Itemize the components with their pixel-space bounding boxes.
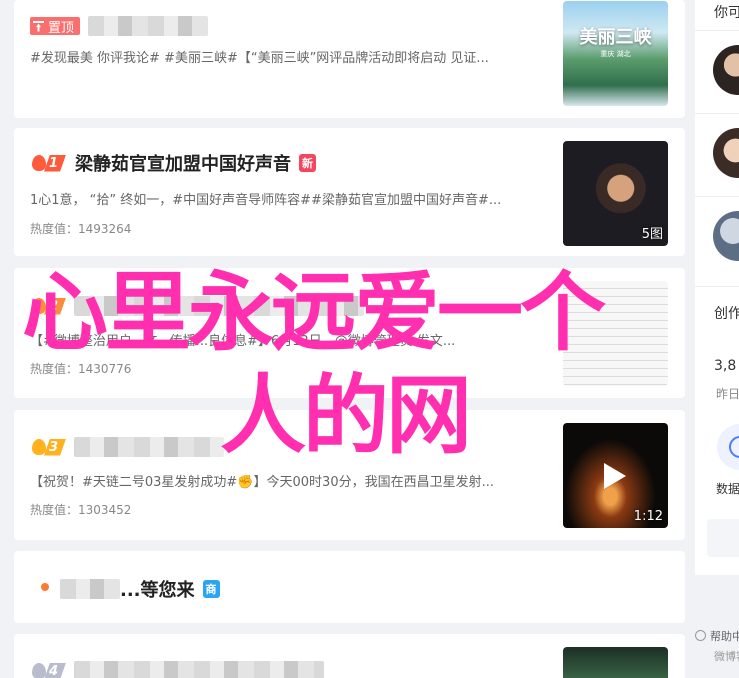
card-title[interactable]: ...等您来 — [120, 576, 195, 602]
right-sidebar: 你可 创作 3,8 昨日 数据 — [695, 0, 739, 575]
card-description: 【#微博整治用户...文...传播...良信息#】6月12日，@微博管理员 发文… — [30, 334, 456, 349]
promoted-badge: 商 — [202, 580, 220, 598]
card-title-row: 1 梁静茹官宣加盟中国好声音 新 — [30, 150, 317, 176]
card-title-row: 4 — [30, 659, 325, 678]
creator-center-label: 创作 — [714, 306, 739, 322]
stat-label: 昨日 — [716, 387, 739, 401]
bullet-dot-icon — [41, 583, 49, 591]
redacted-title — [74, 296, 365, 316]
card-title[interactable]: 梁静茹官宣加盟中国好声音 — [75, 150, 291, 176]
stat-value: 3,8 — [714, 358, 737, 374]
divider — [695, 113, 739, 114]
rank-badge: 4 — [30, 661, 66, 678]
divider — [695, 30, 739, 31]
list-item-rank-4[interactable]: 4 — [14, 634, 685, 678]
avatar[interactable] — [713, 211, 739, 261]
list-item-rank-3[interactable]: 3 【祝贺！#天链二号03星发射成功#✊】今天00时30分，我国在西昌卫星发射.… — [14, 410, 685, 540]
list-item-rank-1[interactable]: 1 梁静茹官宣加盟中国好声音 新 1心1意， “拾” 终如一，#中国好声音导师阵… — [14, 128, 685, 256]
pinned-badge: 置顶 — [30, 17, 81, 36]
image-count-label: 5图 — [641, 227, 663, 242]
heat-value: 热度值：1303452 — [30, 503, 132, 517]
thumbnail-poster-title: 美丽三峡 — [579, 27, 652, 48]
data-icon[interactable] — [717, 424, 739, 470]
card-thumbnail[interactable]: 5图 — [563, 141, 668, 246]
card-thumbnail[interactable] — [563, 647, 668, 678]
help-center-link[interactable]: 帮助中 — [695, 628, 739, 644]
footer-text: 微博客 — [714, 650, 739, 663]
rank-badge: 1 — [30, 153, 66, 173]
help-icon — [695, 630, 706, 641]
card-title-row: 3 — [30, 435, 225, 459]
video-duration: 1:12 — [633, 509, 663, 524]
rank-badge: 2 — [30, 296, 66, 316]
flame-icon — [30, 661, 48, 678]
list-item-promoted[interactable]: ...等您来 商 — [14, 551, 685, 623]
list-item-pinned[interactable]: 置顶 #发现最美 你评我论# #美丽三峡#【“美丽三峡”网评品牌活动即将启动 见… — [14, 0, 685, 118]
divider — [695, 286, 739, 287]
card-thumbnail[interactable]: 美丽三峡 重庆 湖北 — [563, 1, 668, 106]
card-title-row: 置顶 — [30, 14, 209, 38]
heat-value: 热度值：1430776 — [30, 362, 132, 376]
thumbnail-poster-subtitle: 重庆 湖北 — [600, 50, 631, 58]
card-title-row: 2 — [30, 294, 365, 318]
card-description: 【祝贺！#天链二号03星发射成功#✊】今天00时30分，我国在西昌卫星发射... — [30, 475, 494, 490]
rank-badge: 3 — [30, 437, 66, 457]
video-thumbnail[interactable]: 1:12 — [563, 423, 668, 528]
new-badge: 新 — [299, 154, 317, 172]
sidebar-button[interactable] — [707, 519, 739, 557]
card-description: 1心1意， “拾” 终如一，#中国好声音导师阵容##梁静茹官宣加盟中国好声音#.… — [30, 193, 502, 208]
data-label: 数据 — [716, 482, 739, 496]
card-description: #发现最美 你评我论# #美丽三峡#【“美丽三峡”网评品牌活动即将启动 见证..… — [30, 51, 489, 66]
divider — [695, 196, 739, 197]
redacted-title — [74, 661, 325, 678]
card-title-row: ...等您来 商 — [60, 577, 220, 601]
play-icon[interactable] — [604, 463, 626, 489]
card-thumbnail[interactable] — [563, 281, 668, 386]
avatar[interactable] — [713, 128, 739, 178]
heat-value: 热度值：1493264 — [30, 222, 132, 236]
list-item-rank-2[interactable]: 2 【#微博整治用户...文...传播...良信息#】6月12日，@微博管理员 … — [14, 268, 685, 398]
redacted-title — [60, 579, 120, 599]
avatar[interactable] — [713, 45, 739, 95]
pin-icon — [33, 20, 44, 32]
redacted-title — [74, 437, 225, 457]
sidebar-header: 你可 — [714, 5, 739, 21]
redacted-title — [88, 16, 209, 36]
